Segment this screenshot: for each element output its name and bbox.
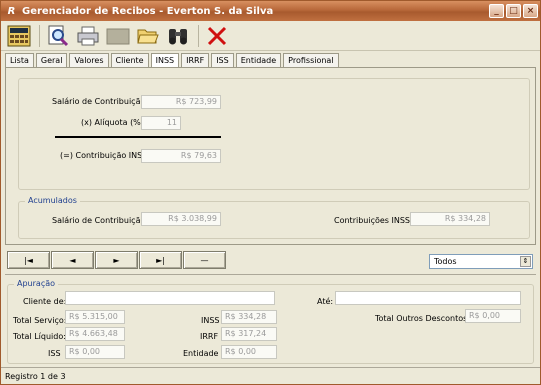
next-record-button[interactable]: ► — [95, 251, 138, 269]
outros-descontos-label: Total Outros Descontos: — [375, 314, 470, 323]
tab-entidade[interactable]: Entidade — [235, 53, 282, 67]
total-servico-field[interactable]: R$ 5.315,00 — [65, 310, 125, 324]
tab-strip: Lista Geral Valores Cliente INSS IRRF IS… — [5, 53, 341, 67]
inss-tab-panel: Salário de Contribuição: R$ 723,99 (x) A… — [5, 67, 536, 245]
total-liquido-field[interactable]: R$ 4.663,48 — [65, 327, 125, 341]
ate-field[interactable] — [335, 291, 521, 305]
salario-label: Salário de Contribuição: — [52, 97, 149, 106]
tab-lista[interactable]: Lista — [5, 53, 34, 67]
inss-apuracao-label: INSS — [201, 316, 220, 325]
tab-profissional[interactable]: Profissional — [283, 53, 339, 67]
filter-select-value: Todos — [434, 257, 457, 266]
acum-salario-label: Salário de Contribuição: — [52, 216, 149, 225]
inss-calc-group: Salário de Contribuição: R$ 723,99 (x) A… — [18, 78, 530, 190]
filter-select[interactable]: Todos ⇕ — [429, 254, 533, 269]
aliquota-label: (x) Alíquota (%): — [81, 118, 147, 127]
acum-salario-field[interactable]: R$ 3.038,99 — [141, 212, 221, 226]
entidade-field[interactable]: R$ 0,00 — [221, 345, 277, 359]
divider — [5, 274, 536, 275]
contribuicao-label: (=) Contribuição INSS: — [60, 151, 150, 160]
calculator-icon[interactable] — [5, 23, 33, 49]
prev-record-button[interactable]: ◄ — [51, 251, 94, 269]
total-liquido-label: Total Líquido: — [13, 332, 66, 341]
delete-record-button[interactable]: — — [183, 251, 226, 269]
irrf-label: IRRF — [200, 332, 219, 341]
cliente-field[interactable] — [65, 291, 275, 305]
tab-valores[interactable]: Valores — [69, 53, 109, 67]
record-navigator: |◄ ◄ ► ►| — — [7, 251, 227, 271]
maximize-button[interactable]: □ — [506, 4, 521, 18]
ate-label: Até: — [317, 297, 334, 306]
acumulados-title: Acumulados — [25, 196, 80, 205]
status-text: Registro 1 de 3 — [5, 372, 66, 381]
apuracao-group: Apuração Cliente de: Até: Total Serviço:… — [7, 279, 534, 364]
tab-geral[interactable]: Geral — [35, 53, 68, 67]
cliente-label: Cliente de: — [23, 297, 67, 306]
tab-inss[interactable]: INSS — [150, 53, 180, 67]
irrf-field[interactable]: R$ 317,24 — [221, 327, 277, 341]
acum-contribuicoes-field[interactable]: R$ 334,28 — [410, 212, 490, 226]
toolbar-separator — [198, 24, 199, 47]
close-button[interactable]: × — [523, 4, 538, 18]
first-record-button[interactable]: |◄ — [7, 251, 50, 269]
printer-icon[interactable] — [74, 23, 102, 49]
apuracao-title: Apuração — [14, 279, 59, 288]
delete-x-icon[interactable] — [203, 23, 231, 49]
sum-rule — [55, 136, 221, 138]
contribuicao-field[interactable]: R$ 79,63 — [141, 149, 221, 163]
acum-contribuicoes-label: Contribuições INSS: — [334, 216, 413, 225]
toolbar — [1, 21, 540, 51]
last-record-button[interactable]: ►| — [139, 251, 182, 269]
app-icon: R — [7, 5, 16, 17]
app-window: R Gerenciador de Recibos - Everton S. da… — [0, 0, 541, 385]
outros-descontos-field[interactable]: R$ 0,00 — [465, 309, 521, 323]
tab-cliente[interactable]: Cliente — [110, 53, 149, 67]
window-title: Gerenciador de Recibos - Everton S. da S… — [22, 5, 274, 17]
inss-apuracao-field[interactable]: R$ 334,28 — [221, 310, 277, 324]
acumulados-group: Acumulados Salário de Contribuição: R$ 3… — [18, 196, 530, 239]
tab-iss[interactable]: ISS — [211, 53, 234, 67]
aliquota-field[interactable]: 11 — [141, 116, 181, 130]
updown-arrow-icon[interactable]: ⇕ — [520, 256, 531, 267]
minimize-button[interactable]: _ — [489, 4, 504, 18]
title-bar[interactable]: R Gerenciador de Recibos - Everton S. da… — [1, 1, 540, 21]
iss-label: ISS — [48, 349, 61, 358]
toolbar-separator — [39, 24, 40, 47]
folder-open-icon[interactable] — [134, 23, 162, 49]
iss-field[interactable]: R$ 0,00 — [65, 345, 125, 359]
binoculars-icon[interactable] — [164, 23, 192, 49]
blank-icon[interactable] — [104, 23, 132, 49]
status-bar: Registro 1 de 3 — [1, 367, 540, 385]
search-document-icon[interactable] — [44, 23, 72, 49]
salario-field[interactable]: R$ 723,99 — [141, 95, 221, 109]
entidade-label: Entidade — [183, 349, 219, 358]
total-servico-label: Total Serviço: — [13, 316, 67, 325]
tab-irrf[interactable]: IRRF — [181, 53, 210, 67]
